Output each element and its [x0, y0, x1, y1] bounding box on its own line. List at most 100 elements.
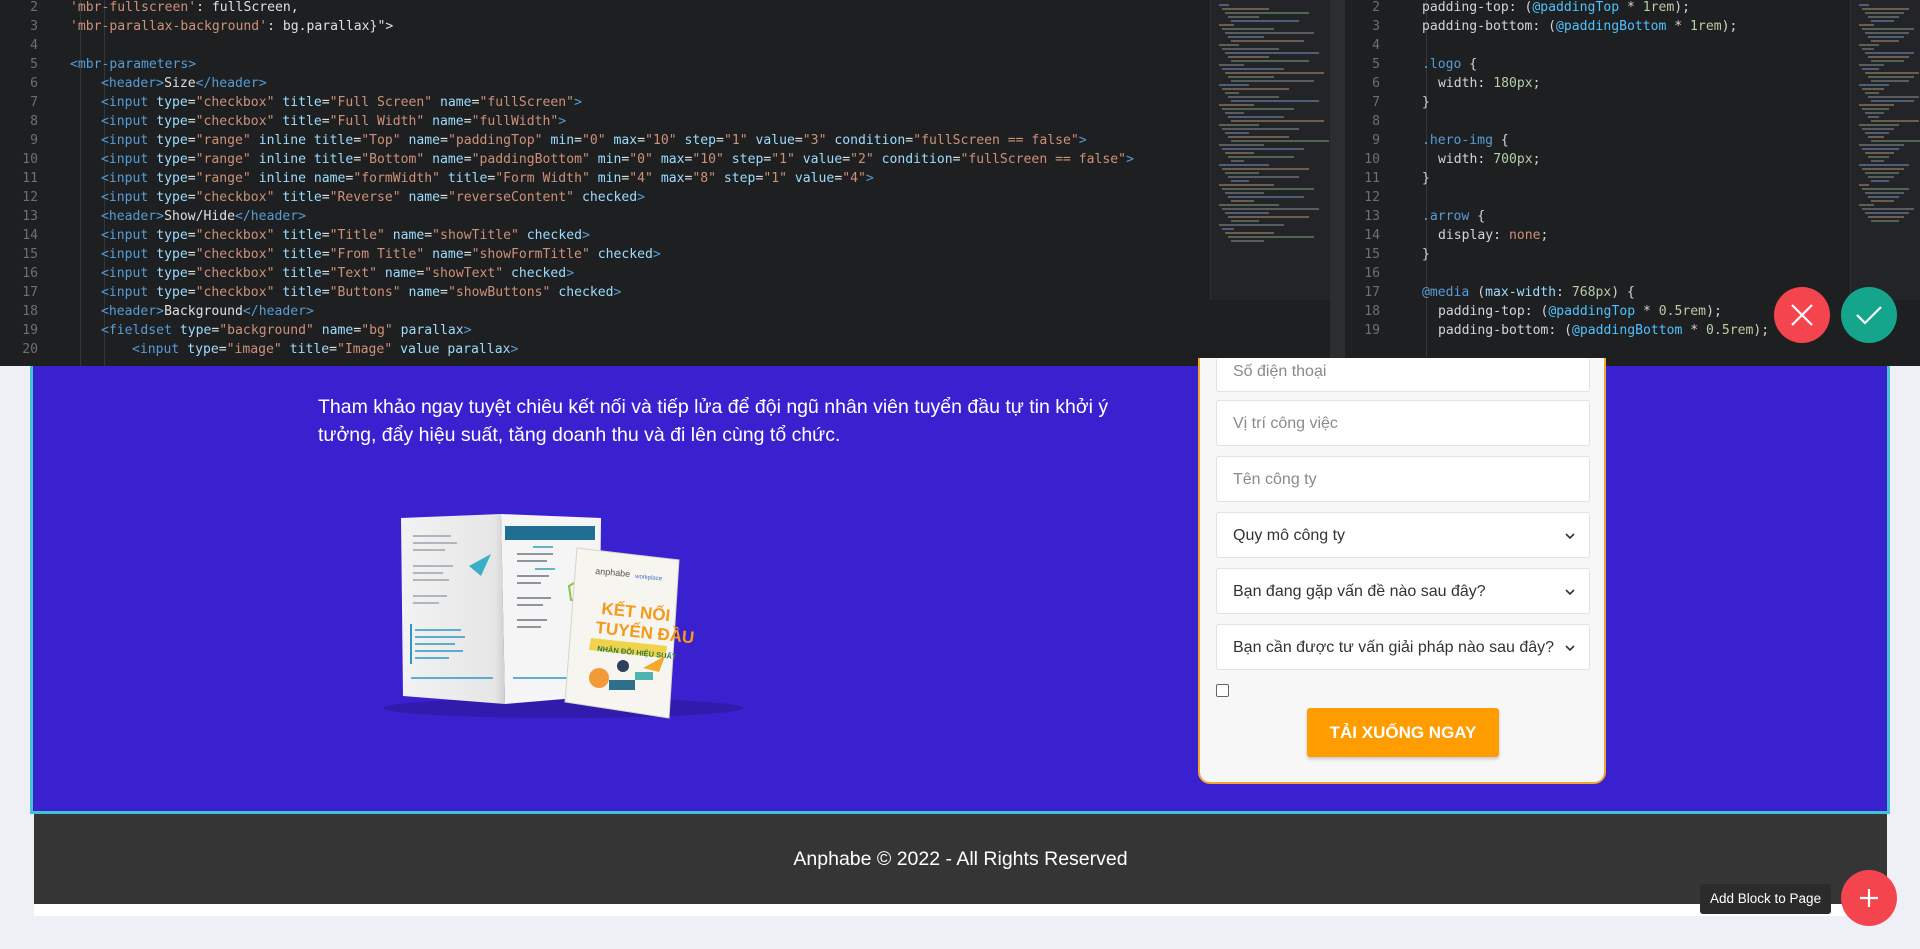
line-number: 4	[1372, 38, 1380, 53]
phone-input[interactable]: Số điện thoại	[1216, 358, 1590, 392]
minimap-line	[1225, 172, 1259, 174]
minimap-line	[1865, 52, 1914, 54]
ebook-cover-image: anphabe workplace KẾT NỐI TUYẾN ĐẦU NHÂN…	[383, 514, 743, 719]
line-number: 2	[1372, 0, 1380, 15]
minimap-line	[1228, 116, 1284, 118]
minimap-line	[1871, 220, 1899, 222]
cancel-button[interactable]	[1774, 287, 1830, 343]
minimap-line	[1862, 208, 1914, 210]
line-number: 10	[22, 152, 38, 167]
line-number: 7	[30, 95, 38, 110]
line-number: 2	[30, 0, 38, 15]
line-number: 12	[1364, 190, 1380, 205]
apply-button[interactable]	[1841, 287, 1897, 343]
minimap-line	[1222, 8, 1269, 10]
minimap-line	[1225, 212, 1269, 214]
minimap-line	[1231, 160, 1244, 162]
code-text: width: 700px;	[1438, 152, 1541, 167]
minimap-line	[1859, 44, 1879, 46]
hero-form-block[interactable]: Tham khảo ngay tuyệt chiêu kết nối và ti…	[30, 358, 1890, 814]
minimap-line	[1225, 52, 1319, 54]
download-button[interactable]: TẢI XUỐNG NGAY	[1307, 708, 1499, 757]
line-number: 20	[22, 342, 38, 357]
company-size-select[interactable]: Quy mô công ty	[1216, 512, 1590, 558]
css-minimap[interactable]	[1850, 0, 1920, 300]
line-number: 9	[30, 133, 38, 148]
line-number: 13	[1364, 209, 1380, 224]
code-text: display: none;	[1438, 228, 1549, 243]
job-position-input[interactable]: Vị trí công việc	[1216, 400, 1590, 446]
minimap-line	[1222, 208, 1319, 210]
code-text: <header>Size</header>	[101, 76, 267, 91]
minimap-line	[1231, 220, 1259, 222]
code-text: <input type="range" inline name="formWid…	[101, 171, 874, 186]
line-number: 16	[1364, 266, 1380, 281]
code-text: <input type="image" title="Image" value …	[132, 342, 519, 357]
minimap-line	[1228, 196, 1304, 198]
minimap-line	[1868, 176, 1894, 178]
problem-select[interactable]: Bạn đang gặp vấn đề nào sau đây?	[1216, 568, 1590, 614]
minimap-line	[1219, 144, 1264, 146]
minimap-line	[1871, 140, 1920, 142]
minimap-line	[1222, 188, 1314, 190]
line-number: 9	[1372, 133, 1380, 148]
line-number: 13	[22, 209, 38, 224]
line-number: 14	[1364, 228, 1380, 243]
line-number: 5	[1372, 57, 1380, 72]
company-name-input[interactable]: Tên công ty	[1216, 456, 1590, 502]
minimap-line	[1231, 100, 1319, 102]
line-number: 8	[1372, 114, 1380, 129]
minimap-line	[1231, 180, 1249, 182]
pane-divider[interactable]	[1330, 0, 1345, 366]
html-code-pane[interactable]: 2 'mbr-fullscreen': fullScreen, 3 'mbr-para…	[0, 0, 1210, 366]
consent-checkbox[interactable]	[1216, 684, 1229, 697]
minimap-line	[1219, 64, 1244, 66]
line-number: 15	[22, 247, 38, 262]
minimap-line	[1225, 232, 1274, 234]
minimap-line	[1862, 148, 1899, 150]
minimap-line	[1868, 56, 1909, 58]
minimap-line	[1865, 132, 1889, 134]
code-text: <input type="checkbox" title="From Title…	[101, 247, 661, 262]
minimap-line	[1868, 156, 1889, 158]
footer-copyright: Anphabe © 2022 - All Rights Reserved	[793, 847, 1128, 870]
code-text: <input type="range" inline title="Top" n…	[101, 133, 1087, 148]
minimap-line	[1219, 24, 1234, 26]
add-block-tooltip: Add Block to Page	[1700, 884, 1832, 914]
code-text: .arrow {	[1422, 209, 1486, 224]
minimap-line	[1222, 128, 1299, 130]
minimap-line	[1868, 136, 1884, 138]
line-number: 5	[30, 57, 38, 72]
minimap-line	[1225, 132, 1249, 134]
minimap-line	[1862, 28, 1914, 30]
minimap-line	[1231, 80, 1314, 82]
code-text: <mbr-parameters>	[70, 57, 197, 72]
minimap-line	[1225, 152, 1254, 154]
line-number: 6	[1372, 76, 1380, 91]
html-minimap[interactable]	[1210, 0, 1330, 300]
code-text: <fieldset type="background" name="bg" pa…	[101, 323, 472, 338]
minimap-line	[1231, 240, 1264, 242]
hero-lead-text: Tham khảo ngay tuyệt chiêu kết nối và ti…	[318, 396, 1109, 446]
line-number: 3	[30, 19, 38, 34]
minimap-line	[1231, 200, 1254, 202]
minimap-line	[1859, 124, 1899, 126]
minimap-line	[1862, 8, 1909, 10]
minimap-line	[1871, 80, 1909, 82]
chevron-down-icon	[1563, 513, 1577, 559]
add-block-button[interactable]	[1841, 870, 1897, 926]
code-editor[interactable]: 2 'mbr-fullscreen': fullScreen, 3 'mbr-para…	[0, 0, 1920, 366]
minimap-line	[1865, 192, 1904, 194]
solution-select[interactable]: Bạn cần được tư vấn giải pháp nào sau đâ…	[1216, 624, 1590, 670]
lead-form: Số điện thoại Vị trí công việc Tên công …	[1198, 358, 1606, 784]
check-icon	[1856, 306, 1882, 325]
minimap-line	[1868, 16, 1899, 18]
minimap-line	[1865, 92, 1879, 94]
code-text: <input type="checkbox" title="Title" nam…	[101, 228, 590, 243]
site-footer: Anphabe © 2022 - All Rights Reserved	[34, 814, 1887, 904]
minimap-line	[1222, 48, 1279, 50]
chevron-down-icon	[1563, 625, 1577, 671]
minimap-line	[1865, 212, 1909, 214]
minimap-line	[1225, 12, 1309, 14]
minimap-line	[1228, 76, 1274, 78]
